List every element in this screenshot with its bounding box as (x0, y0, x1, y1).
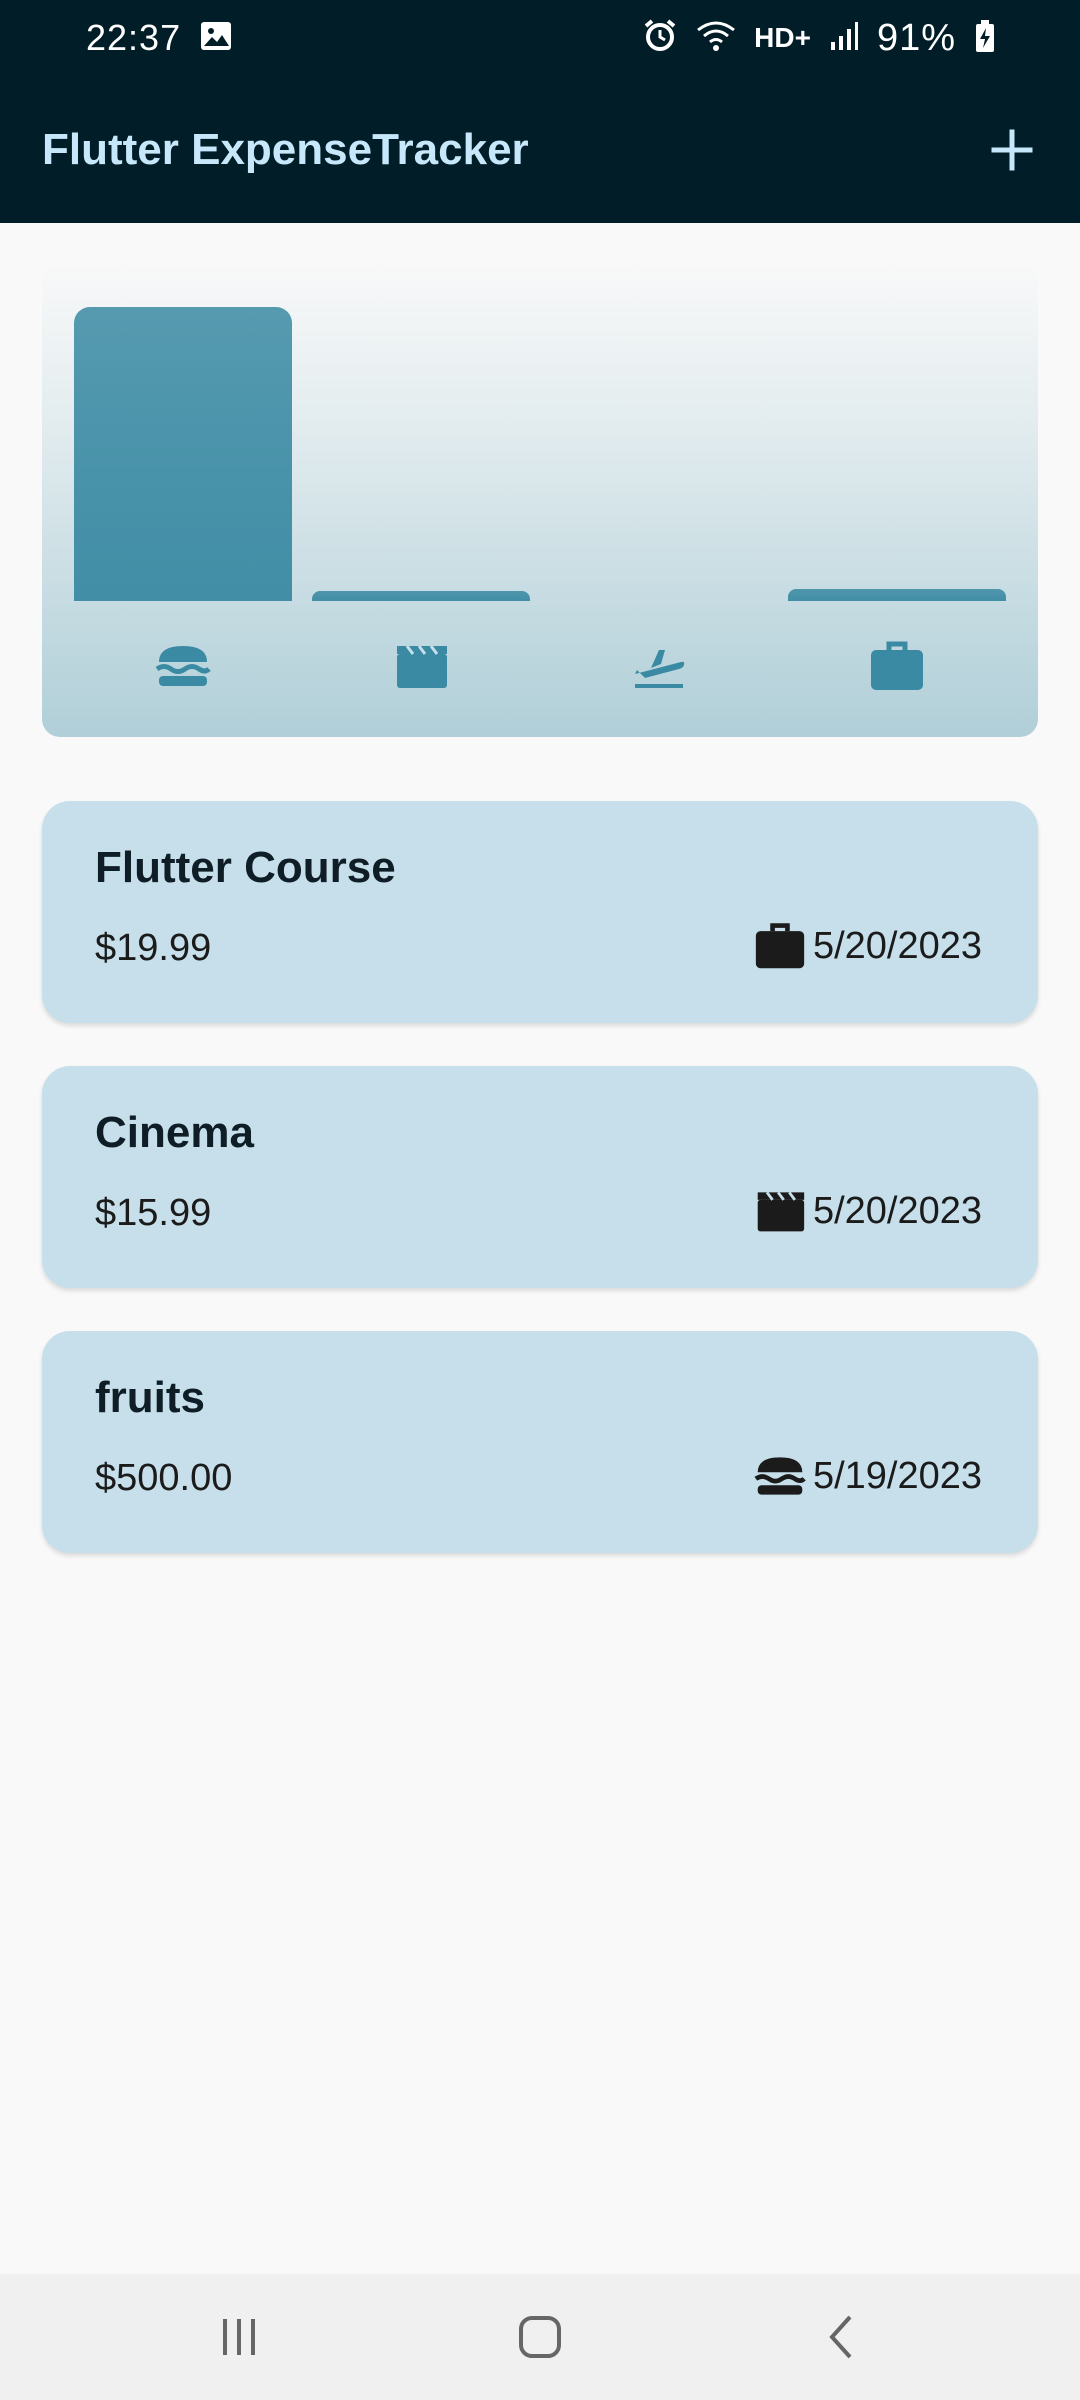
gallery-icon (199, 20, 233, 57)
expense-item[interactable]: fruits $500.00 5/19/2023 (42, 1331, 1038, 1553)
burger-icon (753, 1449, 807, 1503)
status-time: 22:37 (86, 17, 182, 58)
app-bar: Flutter ExpenseTracker (0, 76, 1080, 223)
expense-title: fruits (95, 1373, 205, 1422)
expense-item[interactable]: Cinema $15.99 5/20/2023 (42, 1066, 1038, 1288)
chart-bar-leisure (312, 591, 530, 601)
back-button[interactable] (797, 2302, 887, 2372)
expense-chart (42, 262, 1038, 737)
expense-meta: 5/20/2023 (753, 919, 982, 973)
flight-takeoff-icon (550, 630, 768, 702)
status-right: HD+ 91% (642, 17, 996, 60)
system-nav-bar (0, 2274, 1080, 2400)
chart-bars (74, 307, 1006, 601)
expense-meta: 5/20/2023 (753, 1184, 982, 1238)
plus-icon (991, 129, 1033, 170)
burger-icon (74, 630, 292, 702)
home-icon (519, 2316, 561, 2358)
chart-bar-food (74, 307, 292, 601)
wifi-icon (696, 20, 736, 57)
network-type-label: HD+ (754, 22, 811, 53)
signal-icon (829, 20, 859, 57)
expense-title: Flutter Course (95, 843, 396, 892)
expense-amount: $19.99 (95, 927, 212, 969)
expense-date: 5/20/2023 (812, 1189, 982, 1232)
chart-category-icons (74, 630, 1006, 702)
add-expense-button[interactable] (980, 118, 1044, 182)
alarm-icon (642, 18, 678, 59)
expense-title: Cinema (95, 1108, 254, 1157)
expense-amount: $500.00 (95, 1457, 233, 1499)
briefcase-icon (753, 919, 807, 973)
recent-apps-button[interactable] (194, 2302, 284, 2372)
home-button[interactable] (495, 2302, 585, 2372)
clapperboard-icon (753, 1184, 807, 1238)
chart-bar-work (788, 589, 1006, 601)
expense-item[interactable]: Flutter Course $19.99 5/20/2023 (42, 801, 1038, 1023)
expense-date: 5/20/2023 (812, 924, 982, 967)
battery-charging-icon (974, 19, 996, 58)
expense-meta: 5/19/2023 (753, 1449, 982, 1503)
status-left: 22:37 (86, 17, 233, 59)
clapperboard-icon (312, 630, 530, 702)
recent-apps-icon (223, 2319, 255, 2355)
expense-amount: $15.99 (95, 1192, 212, 1234)
battery-percent: 91% (876, 16, 956, 59)
back-icon (829, 2315, 852, 2359)
status-bar: 22:37 HD+ 91% (0, 0, 1080, 76)
app-title: Flutter ExpenseTracker (42, 124, 529, 174)
briefcase-icon (788, 630, 1006, 702)
expense-date: 5/19/2023 (812, 1454, 982, 1497)
